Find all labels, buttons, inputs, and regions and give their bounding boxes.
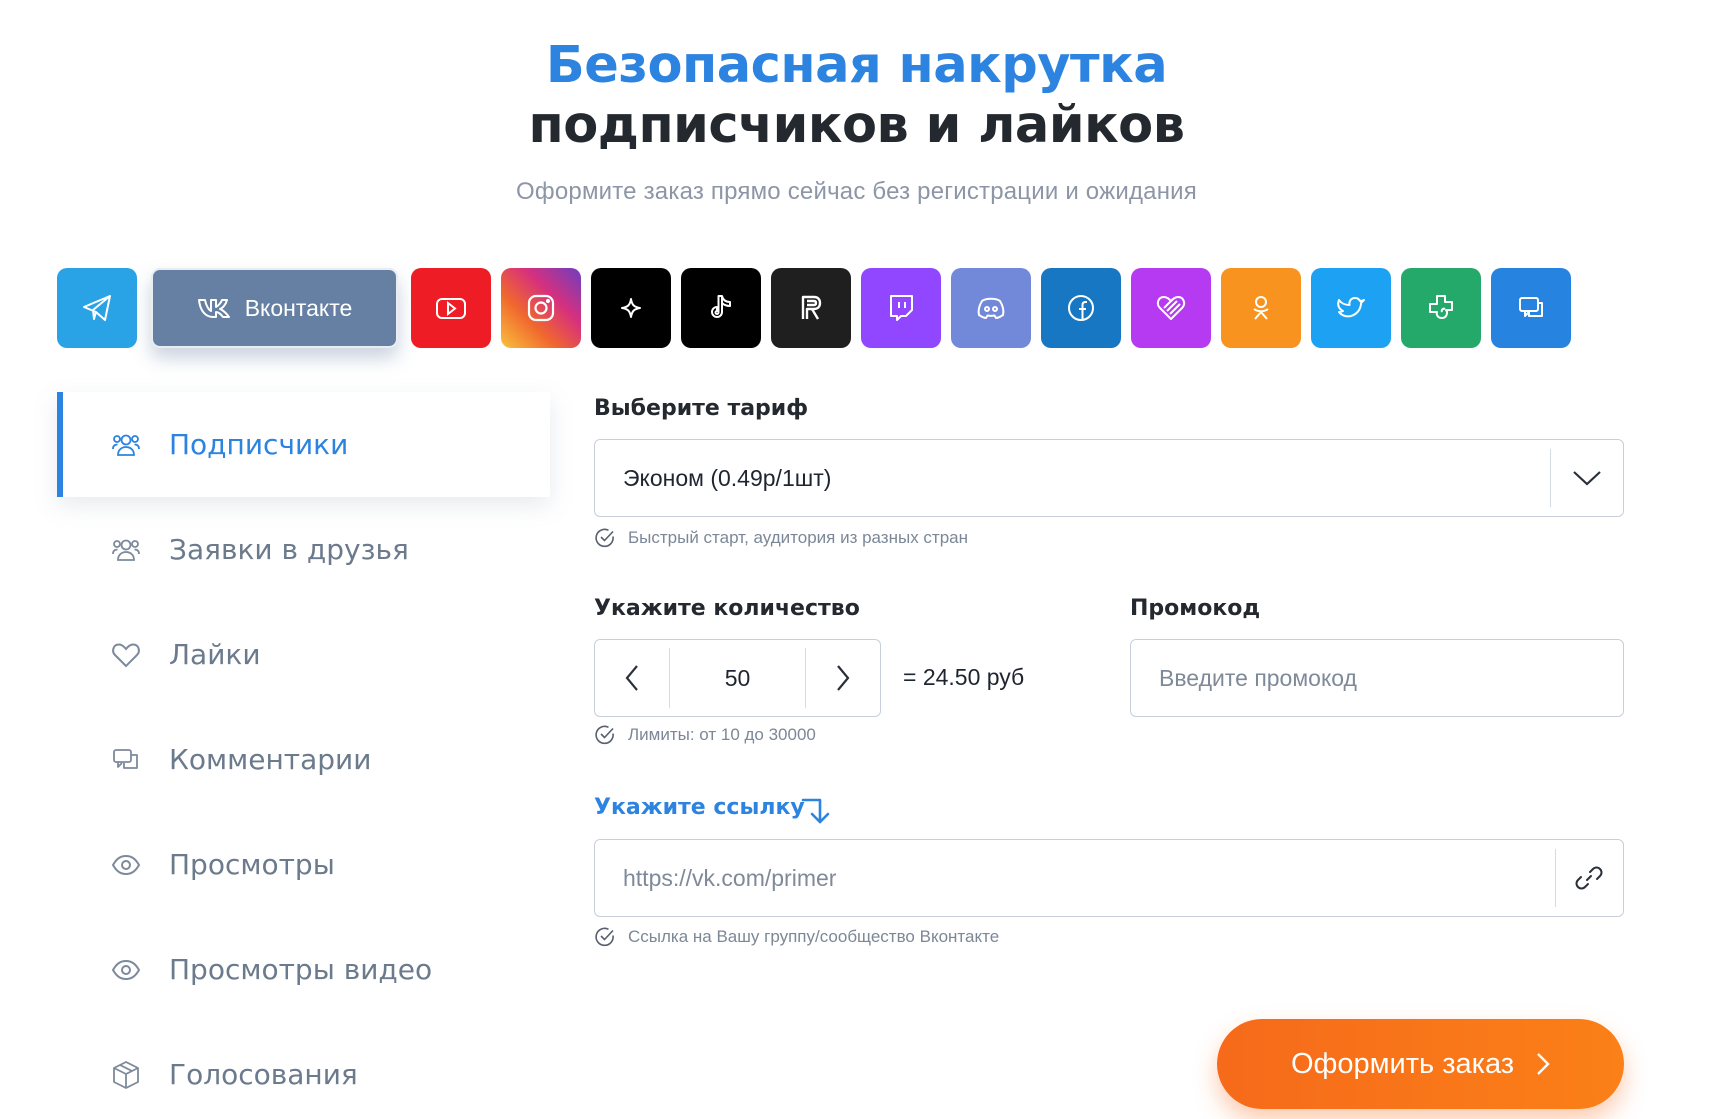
link-field bbox=[594, 839, 1624, 917]
sidebar-item-label: Просмотры bbox=[169, 848, 335, 881]
network-tab-vkontakte[interactable]: Вконтакте bbox=[151, 268, 398, 348]
quantity-hint: Лимиты: от 10 до 30000 bbox=[594, 724, 816, 746]
sidebar-item-label: Заявки в друзья bbox=[169, 533, 409, 566]
tiktok-icon bbox=[711, 295, 731, 318]
quantity-label: Укажите количество bbox=[594, 596, 860, 621]
tariff-hint: Быстрый старт, аудитория из разных стран bbox=[594, 527, 968, 549]
sidebar-item-label: Комментарии bbox=[169, 743, 372, 776]
network-tab-twitch[interactable] bbox=[861, 268, 941, 348]
sidebar-item-likes[interactable]: Лайки bbox=[57, 602, 550, 707]
sidebar-item-views[interactable]: Просмотры bbox=[57, 812, 550, 917]
sidebar-item-polls[interactable]: Голосования bbox=[57, 1022, 550, 1119]
sidebar-item-label: Просмотры видео bbox=[169, 953, 433, 986]
network-tab-facebook[interactable] bbox=[1041, 268, 1121, 348]
quantity-input[interactable] bbox=[670, 640, 805, 716]
page-title: Безопасная накрутка подписчиков и лайков bbox=[0, 36, 1713, 156]
sidebar-item-label: Лайки bbox=[169, 638, 261, 671]
link-input[interactable] bbox=[595, 864, 1555, 892]
quantity-hint-text: Лимиты: от 10 до 30000 bbox=[628, 725, 816, 744]
submit-order-label: Оформить заказ bbox=[1290, 1047, 1515, 1080]
chevron-right-icon bbox=[837, 665, 850, 691]
service-sidebar: Подписчики Заявки в друзья Лайки Коммент… bbox=[57, 392, 550, 1119]
network-tab-tiktok[interactable] bbox=[681, 268, 761, 348]
link-hint: Ссылка на Вашу группу/сообщество Вконтак… bbox=[594, 926, 999, 948]
ok-icon bbox=[1253, 296, 1269, 320]
puzzle-icon bbox=[1429, 295, 1453, 319]
network-tab-sparkle[interactable] bbox=[591, 268, 671, 348]
sidebar-item-label: Голосования bbox=[169, 1058, 358, 1091]
comments-icon bbox=[109, 743, 143, 777]
check-circle-icon bbox=[595, 725, 614, 745]
twitter-icon bbox=[1337, 297, 1365, 318]
vk-icon bbox=[197, 299, 230, 318]
tariff-hint-text: Быстрый старт, аудитория из разных стран bbox=[628, 528, 969, 547]
eye-icon bbox=[109, 848, 143, 882]
check-circle-icon bbox=[595, 927, 614, 947]
network-tab-twitter[interactable] bbox=[1311, 268, 1391, 348]
sidebar-item-label: Подписчики bbox=[169, 428, 349, 461]
title-line-1: Безопасная накрутка bbox=[545, 36, 1168, 95]
promo-input[interactable] bbox=[1131, 664, 1623, 692]
telegram-icon bbox=[83, 295, 111, 321]
link-hint-text: Ссылка на Вашу группу/сообщество Вконтак… bbox=[628, 927, 1000, 946]
network-tab-youtube[interactable] bbox=[411, 268, 491, 348]
title-line-2: подписчиков и лайков bbox=[528, 96, 1185, 155]
likee-heart-icon bbox=[1156, 296, 1186, 320]
submit-order-button[interactable]: Оформить заказ bbox=[1217, 1019, 1624, 1109]
check-circle-icon bbox=[595, 528, 614, 548]
users-icon bbox=[109, 428, 143, 462]
quantity-stepper bbox=[594, 639, 881, 717]
order-total: = 24.50 руб bbox=[903, 664, 1025, 690]
sidebar-item-subscribers[interactable]: Подписчики bbox=[57, 392, 550, 497]
users-icon bbox=[109, 533, 143, 567]
box-icon bbox=[109, 1058, 143, 1092]
promo-field bbox=[1130, 639, 1624, 717]
chevron-right-icon bbox=[1537, 1053, 1550, 1075]
network-tab-telegram[interactable] bbox=[57, 268, 137, 348]
instagram-icon bbox=[527, 294, 555, 322]
network-tab-likee[interactable] bbox=[1131, 268, 1211, 348]
eye-icon bbox=[109, 953, 143, 987]
facebook-icon bbox=[1068, 295, 1094, 321]
heart-icon bbox=[109, 638, 143, 672]
sparkle-icon bbox=[621, 298, 641, 318]
tariff-label: Выберите тариф bbox=[594, 396, 809, 421]
network-tab-chat[interactable] bbox=[1491, 268, 1571, 348]
increment-button[interactable] bbox=[806, 640, 880, 716]
arrow-down-right-icon bbox=[801, 798, 830, 824]
hero: Безопасная накрутка подписчиков и лайков… bbox=[0, 36, 1713, 206]
link-icon[interactable] bbox=[1556, 863, 1623, 893]
twitch-icon bbox=[890, 295, 913, 321]
decrement-button[interactable] bbox=[595, 640, 669, 716]
tariff-value: Эконом (0.49р/1шт) bbox=[623, 464, 832, 491]
chat-icon bbox=[1519, 297, 1543, 317]
page-subtitle: Оформите заказ прямо сейчас без регистра… bbox=[516, 178, 1197, 205]
link-label: Укажите ссылку bbox=[594, 795, 805, 820]
chevron-left-icon bbox=[625, 665, 638, 691]
network-tab-discord[interactable] bbox=[951, 268, 1031, 348]
network-tab-odnoklassniki[interactable] bbox=[1221, 268, 1301, 348]
network-tab-label: Вконтакте bbox=[244, 294, 353, 321]
network-tab-other[interactable] bbox=[1401, 268, 1481, 348]
youtube-icon bbox=[436, 298, 466, 319]
network-tab-instagram[interactable] bbox=[501, 268, 581, 348]
promo-label: Промокод bbox=[1130, 596, 1261, 621]
chevron-down-icon[interactable] bbox=[1551, 469, 1623, 487]
network-tab-rutube[interactable] bbox=[771, 268, 851, 348]
tariff-select[interactable]: Эконом (0.49р/1шт) bbox=[594, 439, 1624, 517]
discord-icon bbox=[977, 297, 1005, 319]
sidebar-item-friend-requests[interactable]: Заявки в друзья bbox=[57, 497, 550, 602]
sidebar-item-comments[interactable]: Комментарии bbox=[57, 707, 550, 812]
sidebar-item-video-views[interactable]: Просмотры видео bbox=[57, 917, 550, 1022]
rutube-icon bbox=[801, 295, 822, 320]
